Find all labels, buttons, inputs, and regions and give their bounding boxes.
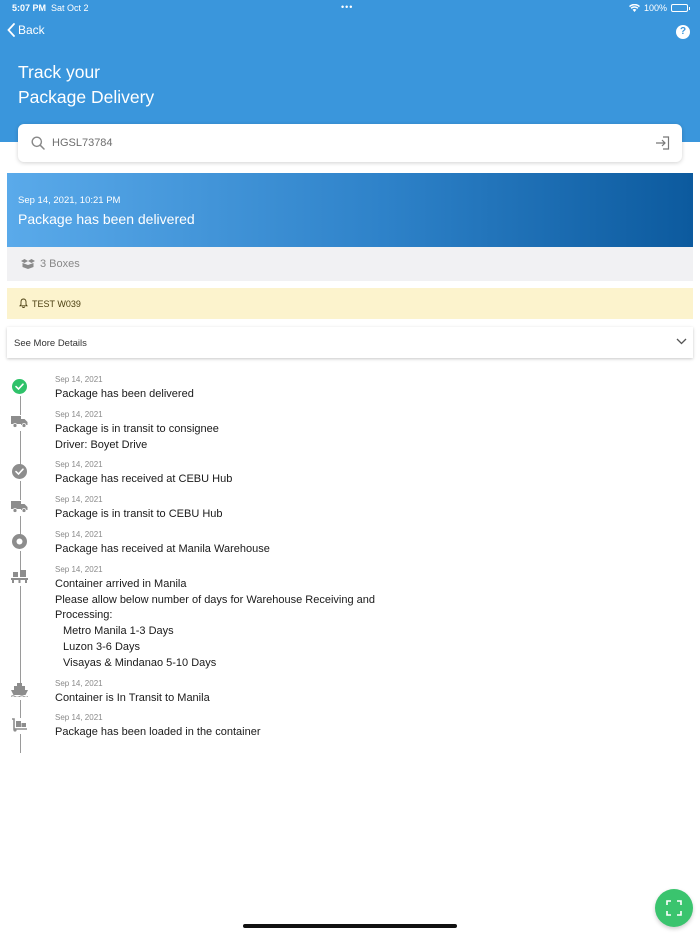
back-label: Back <box>18 23 45 37</box>
pallet-icon <box>11 568 28 585</box>
check-circle-green-icon <box>11 378 28 395</box>
timeline-line: Processing: <box>55 609 113 622</box>
timeline-line: Package has received at CEBU Hub <box>55 473 233 486</box>
tracking-timeline: Sep 14, 2021 Package has been delivered Se… <box>0 368 700 754</box>
timeline-date: Sep 14, 2021 <box>55 564 103 574</box>
truck-icon <box>11 498 28 515</box>
timeline-item: Sep 14, 2021 Container is In Transit to M… <box>0 672 700 719</box>
battery-icon <box>671 4 690 12</box>
timeline-line: Package has received at Manila Warehouse <box>55 542 270 555</box>
search-icon <box>31 136 45 150</box>
dolly-icon <box>11 716 28 733</box>
truck-icon <box>11 413 28 430</box>
timeline-line: Please allow below number of days for Wa… <box>55 593 375 606</box>
dot-circle-icon <box>11 533 28 550</box>
timeline-date: Sep 14, 2021 <box>55 495 103 505</box>
timeline-item: Sep 14, 2021 Package is in transit to CEB… <box>0 488 700 535</box>
boxes-icon <box>21 259 35 269</box>
timeline-item: Sep 14, 2021 Package has been loaded in t… <box>0 706 700 754</box>
timeline-connector <box>19 585 21 684</box>
timeline-line: Container is In Transit to Manila <box>55 691 210 704</box>
page-title-line2: Package Delivery <box>18 87 155 107</box>
timeline-line: Package has been delivered <box>55 388 194 400</box>
timeline-line: Container arrived in Manila <box>55 577 187 590</box>
bell-icon <box>19 298 28 308</box>
timeline-line: Package has been loaded in the container <box>55 726 261 739</box>
timeline-connector <box>19 734 21 754</box>
timeline-text: Container arrived in Manila Please allow … <box>55 575 700 672</box>
timeline-text: Package has been loaded in the container <box>55 723 700 741</box>
timeline-item: Sep 14, 2021 Container arrived in Manila P… <box>0 558 700 684</box>
timeline-date: Sep 14, 2021 <box>55 375 103 384</box>
scan-button[interactable] <box>655 889 693 927</box>
timeline-indented-line: Luzon 3-6 Days <box>63 640 141 653</box>
boxes-label: 3 Boxes <box>40 258 80 270</box>
timeline-line: Package is in transit to CEBU Hub <box>55 508 223 521</box>
banner-date: Sep 14, 2021, 10:21 PM <box>18 195 121 206</box>
timeline-text: Package has received at CEBU Hub <box>55 470 700 488</box>
wifi-icon <box>628 4 640 12</box>
home-indicator[interactable] <box>243 924 457 928</box>
timeline-item: Sep 14, 2021 Package has received at Mani… <box>0 523 700 570</box>
timeline-indented-line: Metro Manila 1-3 Days <box>63 625 174 638</box>
tracking-number-input[interactable] <box>52 133 632 153</box>
timeline-date: Sep 14, 2021 <box>55 460 103 470</box>
timeline-item: Sep 14, 2021 Package is in transit to con… <box>0 403 700 466</box>
timeline-text: Package has received at Manila Warehouse <box>55 540 700 558</box>
scan-icon <box>666 900 682 916</box>
timeline-indented-line: Visayas & Mindanao 5-10 Days <box>63 656 217 669</box>
back-button[interactable]: Back <box>7 23 45 37</box>
notice-label: TEST W039 <box>32 299 81 309</box>
timeline-line: Package is in transit to consignee <box>55 422 219 435</box>
timeline-text: Package is in transit to CEBU Hub <box>55 505 700 523</box>
banner-status: Package has been delivered <box>18 211 195 227</box>
timeline-date: Sep 14, 2021 <box>55 678 103 688</box>
chevron-left-icon <box>7 23 15 37</box>
check-circle-icon <box>11 463 28 480</box>
timeline-text: Container is In Transit to Manila <box>55 689 700 707</box>
timeline-item: Sep 14, 2021 Package has been delivered <box>0 368 700 415</box>
timeline-line: Driver: Boyet Drive <box>55 438 148 451</box>
see-more-details[interactable]: See More Details <box>7 327 693 358</box>
ship-icon <box>11 682 28 699</box>
delivery-status-banner: Sep 14, 2021, 10:21 PM Package has been … <box>7 173 693 247</box>
search-bar <box>18 124 682 162</box>
notice-bar: TEST W039 <box>7 288 693 319</box>
status-date: Sat Oct 2 <box>51 3 89 13</box>
boxes-row: 3 Boxes <box>7 247 693 281</box>
timeline-date: Sep 14, 2021 <box>55 713 103 723</box>
submit-login-icon[interactable] <box>655 136 670 150</box>
timeline-date: Sep 14, 2021 <box>55 409 103 419</box>
timeline-text: Package has been delivered <box>55 385 700 403</box>
battery-percent: 100% <box>643 3 667 13</box>
help-button[interactable]: ? <box>676 25 690 39</box>
page-title: Track your Package Delivery <box>18 60 154 110</box>
status-bar: 5:07 PM Sat Oct 2 ••• 100% <box>0 0 700 16</box>
page-title-line1: Track your <box>18 62 101 82</box>
timeline-date: Sep 14, 2021 <box>55 529 103 539</box>
chevron-down-icon <box>676 338 687 345</box>
timeline-item: Sep 14, 2021 Package has received at CEBU… <box>0 453 700 501</box>
multitask-dots-icon[interactable]: ••• <box>341 2 353 12</box>
timeline-text: Package is in transit to consignee Driver… <box>55 420 700 454</box>
status-time: 5:07 PM <box>12 3 47 13</box>
see-more-label: See More Details <box>14 338 87 349</box>
